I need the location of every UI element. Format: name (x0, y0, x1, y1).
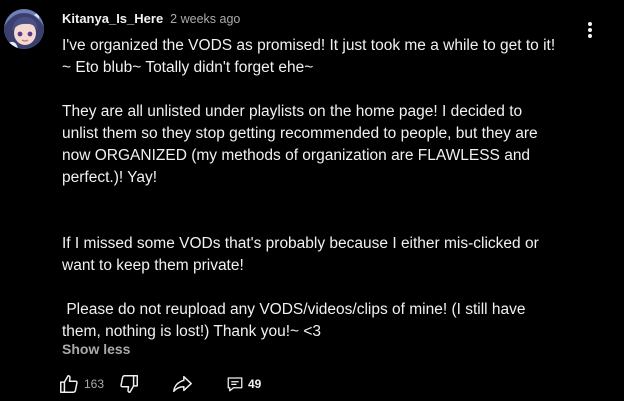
show-less-button[interactable]: Show less (62, 341, 130, 357)
share-button[interactable] (171, 372, 193, 396)
reply-count: 49 (248, 377, 262, 391)
comment-timestamp[interactable]: 2 weeks ago (170, 12, 240, 26)
like-count: 163 (84, 377, 105, 391)
comment-text: I've organized the VODS as promised! It … (62, 37, 556, 340)
replies-button[interactable]: 49 (226, 372, 261, 396)
comment-bubble-icon (226, 375, 244, 393)
dislike-button[interactable] (118, 372, 140, 396)
share-arrow-icon (171, 373, 193, 395)
comment-actions: 163 49 (58, 372, 288, 396)
author-name[interactable]: Kitanya_Is_Here (62, 11, 163, 26)
like-button[interactable]: 163 (58, 372, 104, 396)
kebab-menu-icon[interactable] (581, 20, 599, 40)
comment-header: Kitanya_Is_Here 2 weeks ago (62, 11, 240, 27)
thumbs-up-icon (58, 373, 80, 395)
thumbs-down-icon (118, 373, 140, 395)
avatar[interactable] (4, 9, 44, 49)
